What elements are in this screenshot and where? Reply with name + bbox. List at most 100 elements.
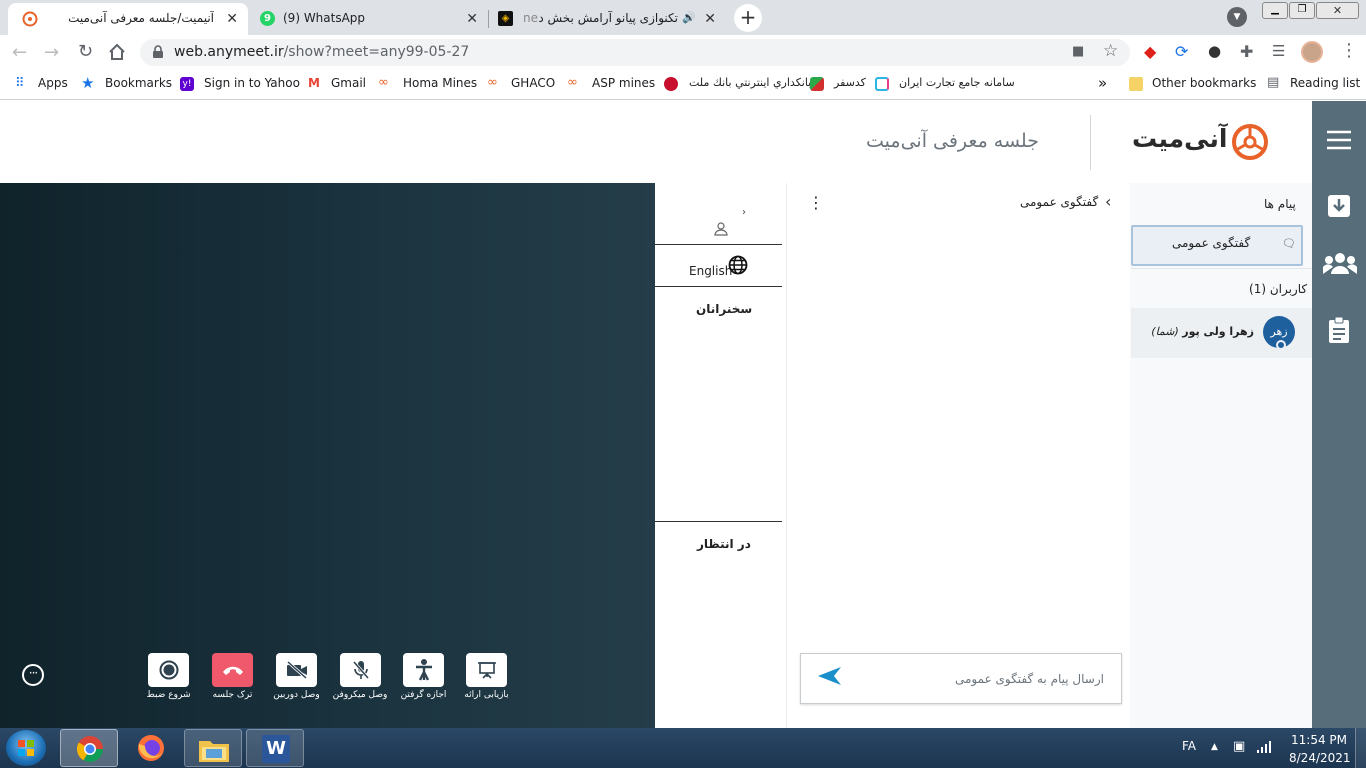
extension-red-icon[interactable]: ◆ <box>1144 42 1156 61</box>
chat-input-placeholder: ارسال پیام به گفتگوی عمومی <box>955 672 1104 686</box>
taskbar-explorer[interactable] <box>184 729 242 767</box>
taskbar-chrome[interactable] <box>60 729 118 767</box>
tray-device-icon[interactable]: ▣ <box>1233 739 1245 754</box>
whatsapp-icon: 9 <box>260 11 275 26</box>
anymeet-logo-icon <box>1232 124 1268 160</box>
raise-hand-label: اجازه گرفتن <box>400 690 447 700</box>
archive-download-icon[interactable] <box>1327 194 1351 218</box>
site-favicon-icon: ◈ <box>498 11 513 26</box>
close-window-button[interactable]: ✕ <box>1316 2 1359 19</box>
reading-list[interactable]: Reading list <box>1290 76 1360 90</box>
bookmark-gmail[interactable]: Gmail <box>331 76 366 90</box>
clock-date[interactable]: 8/24/2021 <box>1289 751 1351 765</box>
minimize-button[interactable]: ▁ <box>1262 2 1288 19</box>
start-recording-button[interactable] <box>148 653 189 687</box>
word-icon: W <box>262 735 290 763</box>
show-desktop-button[interactable] <box>1355 728 1366 768</box>
apps-grid-icon[interactable]: ⠿ <box>15 76 24 91</box>
chrome-icon <box>76 736 104 763</box>
profile-avatar[interactable] <box>1301 41 1323 63</box>
restore-presentation-button[interactable] <box>466 653 507 687</box>
bookmark-apps[interactable]: Apps <box>38 76 68 90</box>
tab-divider <box>488 10 489 28</box>
clipboard-notes-icon[interactable] <box>1328 316 1350 344</box>
bookmark-yahoo[interactable]: Sign in to Yahoo <box>204 76 300 90</box>
other-bookmarks[interactable]: Other bookmarks <box>1152 76 1256 90</box>
hamburger-menu-icon[interactable] <box>1326 130 1352 150</box>
taskbar-word[interactable]: W <box>246 729 304 767</box>
bookmark-bookmarks[interactable]: Bookmarks <box>105 76 172 90</box>
reading-list-icon: ▤ <box>1267 75 1280 90</box>
bookmark-codsafar[interactable]: کدسفر <box>834 76 866 89</box>
bookmark-asp-mines[interactable]: ASP mines <box>592 76 655 90</box>
reload-icon[interactable]: ↻ <box>78 41 93 62</box>
avatar-status-dot <box>1276 340 1286 350</box>
more-options-button[interactable]: ··· <box>22 664 44 686</box>
back-arrow-icon[interactable]: ← <box>12 42 27 63</box>
clock-time[interactable]: 11:54 PM <box>1291 733 1347 747</box>
input-language[interactable]: FA <box>1182 739 1196 753</box>
language-label[interactable]: English <box>689 264 732 278</box>
user-name: زهرا ولی پور <box>1182 325 1254 338</box>
camera-blocked-icon[interactable]: ■ <box>1072 44 1084 59</box>
tab-close-icon[interactable]: ✕ <box>226 11 238 27</box>
tray-expand-icon[interactable]: ▲ <box>1211 742 1218 752</box>
audio-playing-icon[interactable]: 🔊 <box>682 11 696 24</box>
user-name-row: زهرا ولی پور (شما) <box>1150 325 1254 338</box>
network-signal-icon[interactable] <box>1256 740 1272 754</box>
tab-title: آنیمیت/جلسه معرفی آنی‌میت <box>68 11 214 25</box>
leave-meeting-button[interactable] <box>212 653 253 687</box>
messages-heading: پیام ها <box>1264 197 1296 211</box>
tab-close-icon[interactable]: ✕ <box>466 11 478 27</box>
taskbar-firefox[interactable] <box>122 729 180 767</box>
tab-search-icon[interactable]: ▼ <box>1227 7 1247 27</box>
bookmark-favicon-icon: ∞ <box>567 75 578 90</box>
extensions-puzzle-icon[interactable]: ✚ <box>1240 42 1253 61</box>
chrome-menu-icon[interactable]: ⋮ <box>1340 40 1358 61</box>
star-icon[interactable]: ★ <box>81 74 94 92</box>
bookmark-homa-mines[interactable]: Homa Mines <box>403 76 477 90</box>
chat-bubble-icon: 🗨 <box>1282 237 1296 250</box>
maximize-button[interactable]: ❐ <box>1289 2 1315 19</box>
tab-close-icon[interactable]: ✕ <box>704 11 716 27</box>
bookmark-mellat[interactable]: بانكداري اينترنتي بانك ملت <box>689 76 811 89</box>
ntsw-icon <box>875 77 889 91</box>
chat-options-icon[interactable]: ⋮ <box>808 193 824 212</box>
new-tab-button[interactable]: + <box>734 4 762 32</box>
send-arrow-icon[interactable] <box>817 665 843 687</box>
mic-off-icon <box>352 661 369 679</box>
bookmark-star-icon[interactable]: ☆ <box>1103 41 1118 61</box>
tab-piano-album[interactable]: ◈ ne تکنوازی پیانو آرامش بخش در آلبوم 🔊 … <box>490 3 726 35</box>
forward-arrow-icon[interactable]: → <box>44 42 59 63</box>
restore-presentation-label: بازیابی ارائه <box>464 690 509 700</box>
camera-off-icon <box>286 660 307 680</box>
mellat-icon <box>664 77 678 91</box>
firefox-icon <box>138 735 164 761</box>
connect-camera-button[interactable] <box>276 653 317 687</box>
raise-hand-button[interactable] <box>403 653 444 687</box>
collapse-chevron-icon[interactable]: › <box>742 207 746 218</box>
home-icon[interactable] <box>108 43 126 61</box>
user-icon <box>714 222 728 236</box>
connect-camera-label: وصل دوربین <box>273 690 320 700</box>
url-text[interactable]: web.anymeet.ir/show?meet=any99-05-27 <box>174 44 469 60</box>
tab-anymeet[interactable]: آنیمیت/جلسه معرفی آنی‌میت ✕ <box>8 3 248 35</box>
start-button[interactable] <box>6 730 46 766</box>
extension-sync-icon[interactable]: ⟳ <box>1175 42 1188 61</box>
lock-icon[interactable] <box>152 45 164 59</box>
panel-divider <box>655 521 782 522</box>
bookmark-ntsw[interactable]: سامانه جامع تجارت ایران <box>899 76 1015 89</box>
start-recording-label: شروع ضبط <box>146 690 191 700</box>
globe-icon[interactable] <box>728 255 748 275</box>
bookmarks-overflow[interactable]: » <box>1098 74 1107 92</box>
media-queue-icon[interactable]: ☰ <box>1272 42 1285 60</box>
participants-group-icon[interactable] <box>1323 252 1357 274</box>
tab-title: تکنوازی پیانو آرامش بخش در آلبوم <box>538 11 678 25</box>
connect-microphone-button[interactable] <box>340 653 381 687</box>
tab-whatsapp[interactable]: 9 (9) WhatsApp ✕ <box>252 3 488 35</box>
chevron-left-icon[interactable]: ‹ <box>1105 192 1111 211</box>
connect-microphone-label: وصل میکروفن <box>332 690 388 700</box>
extension-ghost-icon[interactable]: ● <box>1208 42 1221 60</box>
presentation-icon <box>477 662 496 679</box>
bookmark-ghaco[interactable]: GHACO <box>511 76 555 90</box>
